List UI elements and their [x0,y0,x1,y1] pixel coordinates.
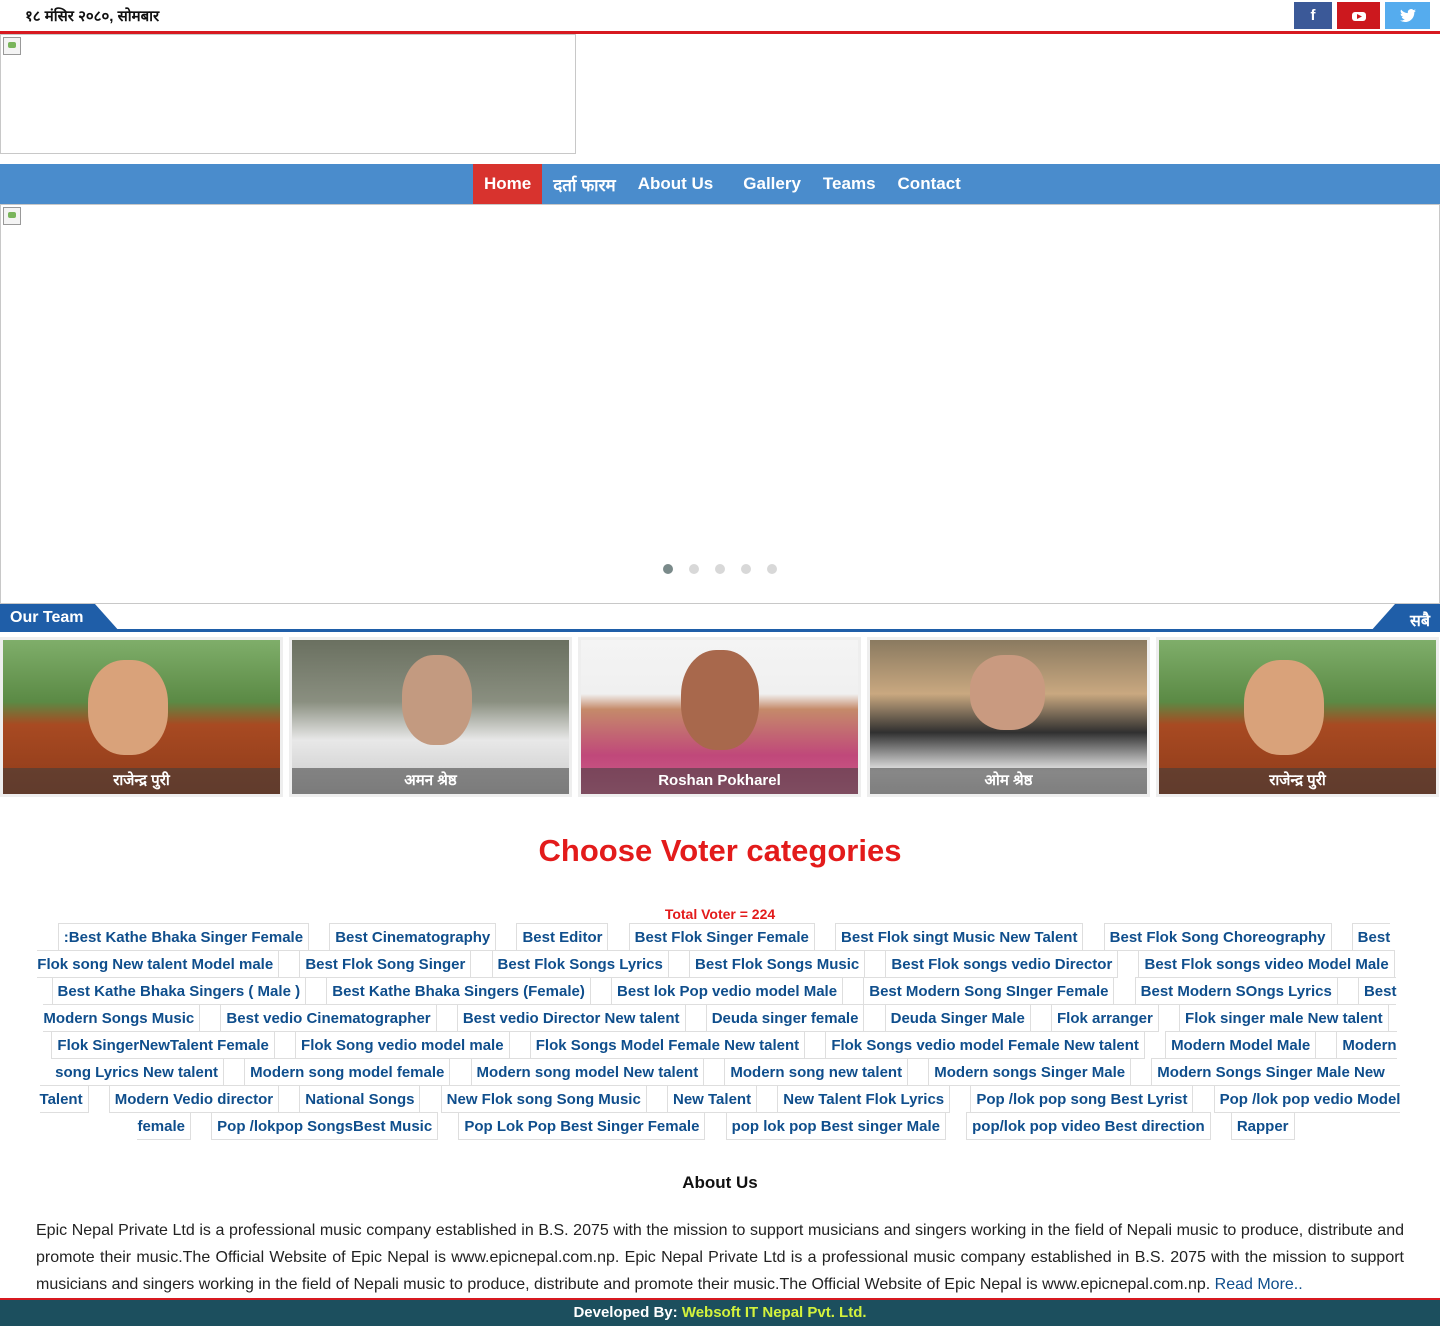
voter-category-link[interactable]: pop/lok pop video Best direction [966,1112,1211,1140]
voter-category-link[interactable]: Flok Song vedio model male [295,1031,510,1059]
main-navigation: Home दर्ता फारम About Us Gallery Teams C… [0,164,1440,204]
footer-company-link[interactable]: Websoft IT Nepal Pvt. Ltd. [682,1304,867,1321]
top-bar: १८ मंसिर २०८०, सोमबार f [0,0,1440,34]
voter-category-list: :Best Kathe Bhaka Singer Female Best Cin… [36,923,1404,1140]
team-section-header: Our Team सबै [0,604,1440,632]
voter-category-link[interactable]: Pop /lok pop song Best Lyrist [970,1085,1194,1113]
voter-category-link[interactable]: Flok SingerNewTalent Female [51,1031,275,1059]
voter-category-link[interactable]: Modern song new talent [724,1058,909,1086]
voter-category-link[interactable]: Flok arranger [1050,1004,1159,1032]
team-member-card[interactable]: ओम श्रेष्ठ [867,637,1150,797]
voter-category-link[interactable]: Best Flok Song Singer [299,950,472,978]
current-date: १८ मंसिर २०८०, सोमबार [25,8,160,25]
voter-category-link[interactable]: Best Flok Singer Female [628,923,815,951]
member-name: अमन श्रेष्ठ [292,768,569,794]
voter-category-link[interactable]: Modern Model Male [1165,1031,1317,1059]
nav-registration-form[interactable]: दर्ता फारम [542,164,626,204]
member-name: Roshan Pokharel [581,768,858,794]
voter-category-link[interactable]: Deuda singer female [705,1004,865,1032]
voter-category-link[interactable]: Best vedio Director New talent [456,1004,686,1032]
team-carousel: राजेन्द्र पुरी अमन श्रेष्ठ Roshan Pokhar… [0,637,1440,797]
team-member-card[interactable]: Roshan Pokharel [578,637,861,797]
team-member-card[interactable]: राजेन्द्र पुरी [1156,637,1439,797]
slider-dots [663,564,777,574]
nav-gallery[interactable]: Gallery [732,164,812,204]
team-member-card[interactable]: अमन श्रेष्ठ [289,637,572,797]
read-more-link[interactable]: Read More.. [1215,1276,1303,1293]
voter-category-link[interactable]: Best Flok singt Music New Talent [835,923,1084,951]
voter-category-link[interactable]: Best Flok Song Choreography [1103,923,1332,951]
voter-category-link[interactable]: Best Flok Songs Lyrics [491,950,669,978]
voter-category-link[interactable]: National Songs [299,1085,421,1113]
voter-category-link[interactable]: :Best Kathe Bhaka Singer Female [57,923,310,951]
voter-category-link[interactable]: New Talent [667,1085,758,1113]
voter-category-link[interactable]: Modern song model New talent [470,1058,705,1086]
view-all-link[interactable]: सबै [1370,604,1440,632]
voter-category-link[interactable]: pop lok pop Best singer Male [725,1112,946,1140]
voter-category-link[interactable]: Pop /lokpop SongsBest Music [211,1112,439,1140]
voter-category-link[interactable]: Best lok Pop vedio model Male [611,977,844,1005]
voter-category-link[interactable]: New Talent Flok Lyrics [777,1085,951,1113]
about-us-body: Epic Nepal Private Ltd is a professional… [36,1222,1404,1293]
member-name: ओम श्रेष्ठ [870,768,1147,794]
voter-category-link[interactable]: Best Flok Songs Music [689,950,866,978]
footer-developed-by: Developed By: [573,1304,678,1321]
slider-dot[interactable] [715,564,725,574]
voter-category-link[interactable]: Flok singer male New talent [1179,1004,1389,1032]
voter-category-link[interactable]: Modern Vedio director [108,1085,280,1113]
member-name: राजेन्द्र पुरी [3,768,280,794]
twitter-icon[interactable] [1385,2,1430,29]
total-voter-count: Total Voter = 224 [664,906,776,922]
voter-category-link[interactable]: Best Flok songs video Model Male [1138,950,1395,978]
slider-dot[interactable] [741,564,751,574]
nav-about-us[interactable]: About Us [627,164,725,204]
voter-category-link[interactable]: Rapper [1230,1112,1295,1140]
voter-category-link[interactable]: Modern song model female [244,1058,451,1086]
team-member-card[interactable]: राजेन्द्र पुरी [0,637,283,797]
broken-image-icon [3,37,21,55]
facebook-icon[interactable]: f [1294,2,1332,29]
voter-category-link[interactable]: Best Flok songs vedio Director [885,950,1119,978]
nav-teams[interactable]: Teams [812,164,887,204]
nav-home[interactable]: Home [473,164,543,204]
voter-categories-title: Choose Voter categories [538,833,902,868]
team-section-title: Our Team [0,604,120,632]
voter-category-link[interactable]: New Flok song Song Music [440,1085,647,1113]
voter-category-link[interactable]: Best Kathe Bhaka Singers (Female) [326,977,591,1005]
voter-category-link[interactable]: Best Cinematography [329,923,497,951]
slider-dot[interactable] [767,564,777,574]
voter-category-link[interactable]: Best Modern Song SInger Female [863,977,1115,1005]
voter-category-link[interactable]: Modern songs Singer Male [928,1058,1132,1086]
slider-dot[interactable] [689,564,699,574]
voter-category-link[interactable]: Pop Lok Pop Best Singer Female [458,1112,706,1140]
hero-slider[interactable] [0,204,1440,604]
broken-image-icon [3,207,21,225]
youtube-icon[interactable] [1337,2,1380,29]
about-us-title: About Us [682,1173,758,1192]
voter-category-link[interactable]: Deuda Singer Male [884,1004,1031,1032]
voter-category-link[interactable]: Best Modern SOngs Lyrics [1134,977,1338,1005]
voter-category-link[interactable]: Flok Songs Model Female New talent [529,1031,806,1059]
nav-contact[interactable]: Contact [887,164,972,204]
member-name: राजेन्द्र पुरी [1159,768,1436,794]
slider-dot[interactable] [663,564,673,574]
voter-category-link[interactable]: Flok Songs vedio model Female New talent [825,1031,1145,1059]
about-us-text: Epic Nepal Private Ltd is a professional… [36,1217,1404,1298]
voter-category-link[interactable]: Best Kathe Bhaka Singers ( Male ) [51,977,307,1005]
social-links: f [1294,2,1430,29]
voter-category-link[interactable]: Best vedio Cinematographer [220,1004,437,1032]
voter-category-link[interactable]: Best Editor [516,923,609,951]
footer: Developed By: Websoft IT Nepal Pvt. Ltd. [0,1298,1440,1326]
site-logo-image[interactable] [0,34,576,154]
